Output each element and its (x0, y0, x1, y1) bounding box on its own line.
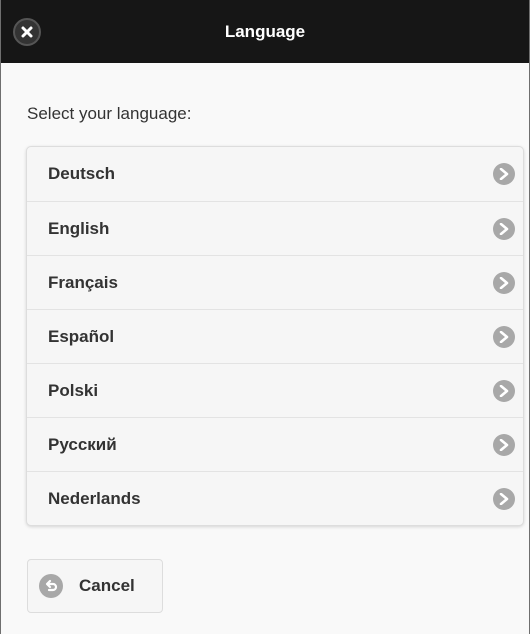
language-item-english[interactable]: English (27, 201, 523, 255)
chevron-right-icon (493, 163, 515, 185)
language-label: Nederlands (48, 488, 141, 508)
cancel-button[interactable]: Cancel (27, 559, 163, 613)
language-label: Français (48, 272, 118, 292)
language-item-francais[interactable]: Français (27, 255, 523, 309)
language-label: Polski (48, 380, 99, 400)
chevron-right-icon (493, 487, 515, 510)
language-item-polski[interactable]: Polski (27, 363, 523, 417)
language-label: Español (48, 326, 115, 346)
language-item-deutsch[interactable]: Deutsch (27, 147, 523, 201)
select-language-prompt: Select your language: (27, 104, 192, 123)
dialog-title: Language (224, 22, 306, 41)
chevron-right-icon (493, 325, 515, 348)
language-dialog: Language Select your language: Deutsch E… (0, 0, 530, 634)
cancel-label: Cancel (79, 576, 135, 595)
language-label: English (48, 218, 110, 238)
language-label: Русский (48, 434, 117, 454)
language-list: Deutsch English Français Español Polski (26, 146, 524, 526)
language-item-espanol[interactable]: Español (27, 309, 523, 363)
chevron-right-icon (493, 433, 515, 456)
chevron-right-icon (493, 379, 515, 402)
back-icon (39, 574, 63, 598)
dialog-header: Language (1, 0, 529, 63)
language-item-russian[interactable]: Русский (27, 417, 523, 471)
language-item-nederlands[interactable]: Nederlands (27, 471, 523, 525)
chevron-right-icon (493, 217, 515, 240)
chevron-right-icon (493, 271, 515, 294)
language-label: Deutsch (48, 164, 116, 183)
